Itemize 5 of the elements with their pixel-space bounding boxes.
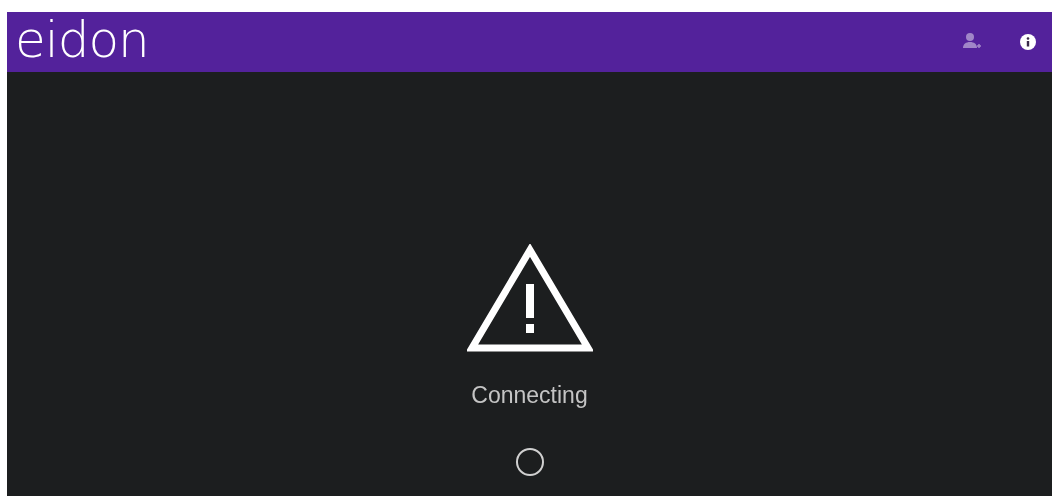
loading-spinner-icon xyxy=(514,447,545,477)
status-message: Connecting xyxy=(471,382,588,409)
info-icon xyxy=(1020,34,1036,50)
app-logo: eidon xyxy=(15,15,149,65)
warning-icon xyxy=(466,244,593,354)
